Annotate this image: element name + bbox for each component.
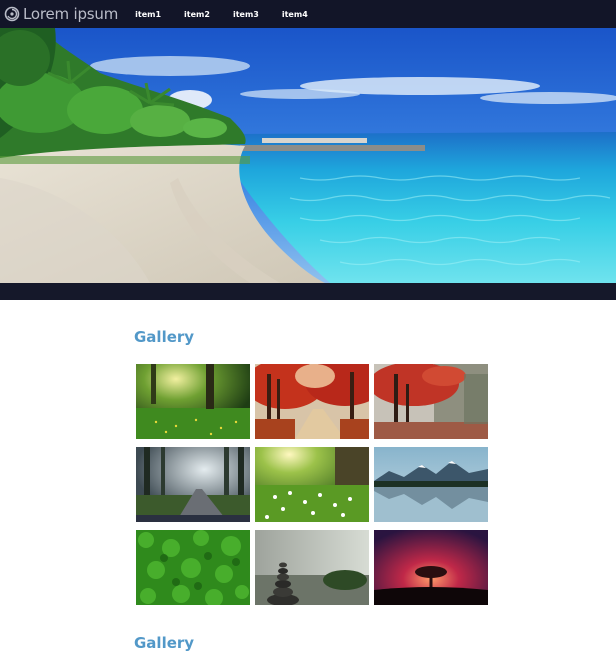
top-navbar: Lorem ipsum item1 item2 item3 item4: [0, 0, 616, 28]
gallery-image-mountain-lake[interactable]: [374, 447, 488, 522]
gallery-image-green-grass[interactable]: [136, 530, 250, 605]
gallery-image-foggy-road[interactable]: [136, 447, 250, 522]
nav-item-1[interactable]: item1: [135, 10, 161, 19]
gallery-image-autumn-path[interactable]: [255, 364, 369, 439]
gallery-heading: Gallery: [134, 328, 195, 346]
nav-item-2[interactable]: item2: [184, 10, 210, 19]
nav-item-3[interactable]: item3: [233, 10, 259, 19]
gallery-image-meadow[interactable]: [136, 364, 250, 439]
gallery-image-red-tree-mist[interactable]: [374, 364, 488, 439]
logo-swirl-icon: [4, 6, 20, 22]
gallery-grid: [136, 364, 488, 605]
nav-menu: item1 item2 item3 item4: [135, 10, 331, 19]
nav-item-4[interactable]: item4: [282, 10, 308, 19]
hero-beach-image: [0, 28, 616, 300]
brand-logo[interactable]: Lorem ipsum: [4, 0, 118, 28]
gallery-image-stacked-stones[interactable]: [255, 530, 369, 605]
gallery-heading-2: Gallery: [134, 634, 195, 652]
gallery-image-white-flowers[interactable]: [255, 447, 369, 522]
hero-banner: [0, 28, 616, 300]
gallery-image-sunset-tree[interactable]: [374, 530, 488, 605]
brand-name: Lorem ipsum: [23, 5, 119, 23]
